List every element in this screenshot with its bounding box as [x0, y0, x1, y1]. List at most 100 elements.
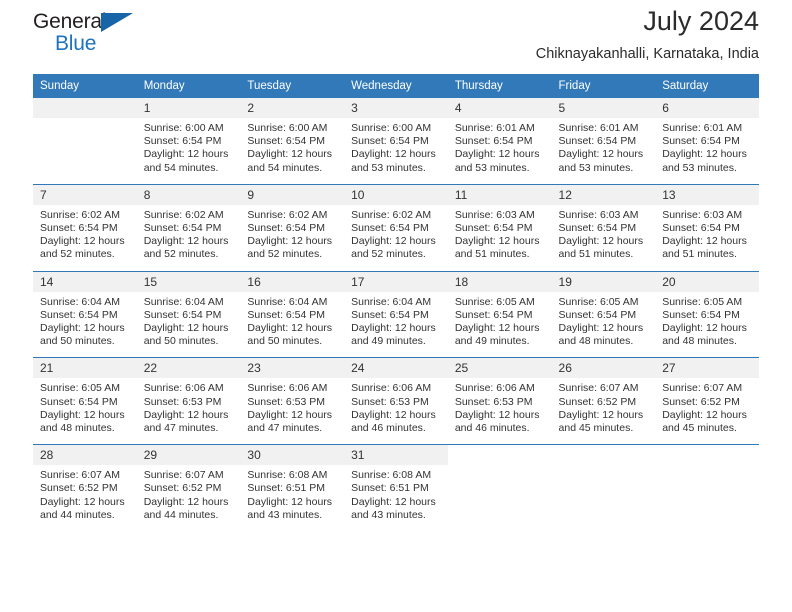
day-cell[interactable]: 8 Sunrise: 6:02 AM Sunset: 6:54 PM Daylight…	[136, 184, 241, 262]
calendar-cell[interactable]: 12 Sunrise: 6:03 AM Sunset: 6:54 PM Dayligh…	[551, 183, 656, 262]
day-cell[interactable]: 20 Sunrise: 6:05 AM Sunset: 6:54 PM Dayligh…	[655, 271, 759, 349]
day-cell[interactable]	[655, 445, 759, 522]
calendar-cell[interactable]: 29 Sunrise: 6:07 AM Sunset: 6:52 PM Dayligh…	[136, 444, 241, 523]
daylight-duration-line2: and 49 minutes.	[351, 335, 426, 348]
day-cell[interactable]: 26 Sunrise: 6:07 AM Sunset: 6:52 PM Dayligh…	[551, 358, 656, 435]
day-cell[interactable]: 23 Sunrise: 6:06 AM Sunset: 6:53 PM Dayligh…	[240, 358, 345, 435]
day-number: 8	[136, 184, 241, 205]
day-cell[interactable]: 12 Sunrise: 6:03 AM Sunset: 6:54 PM Dayligh…	[551, 184, 656, 262]
calendar-cell[interactable]: 5 Sunrise: 6:01 AM Sunset: 6:54 PM Daylight…	[551, 98, 656, 175]
sunrise-time: Sunrise: 6:03 AM	[558, 208, 639, 221]
calendar-cell[interactable]	[447, 444, 552, 523]
daylight-duration-line1: Daylight: 12 hours	[454, 235, 540, 248]
daylight-duration-line1: Daylight: 12 hours	[143, 495, 229, 508]
day-details: Sunrise: 6:07 AM Sunset: 6:52 PM Daylight:…	[137, 465, 241, 522]
day-cell[interactable]: 10 Sunrise: 6:02 AM Sunset: 6:54 PM Dayligh…	[344, 184, 448, 262]
sunrise-time: Sunrise: 6:02 AM	[351, 208, 432, 221]
day-cell[interactable]: 11 Sunrise: 6:03 AM Sunset: 6:54 PM Dayligh…	[447, 184, 552, 262]
day-details: Sunrise: 6:06 AM Sunset: 6:53 PM Daylight:…	[240, 378, 344, 435]
calendar-cell[interactable]: 7 Sunrise: 6:02 AM Sunset: 6:54 PM Daylight…	[33, 183, 137, 262]
day-cell[interactable]: 17 Sunrise: 6:04 AM Sunset: 6:54 PM Dayligh…	[344, 271, 448, 349]
calendar-cell[interactable]: 31 Sunrise: 6:08 AM Sunset: 6:51 PM Dayligh…	[344, 444, 448, 523]
calendar-cell[interactable]: 26 Sunrise: 6:07 AM Sunset: 6:52 PM Dayligh…	[551, 357, 656, 436]
day-cell[interactable]	[552, 445, 656, 522]
day-cell[interactable]	[33, 98, 137, 175]
day-cell[interactable]: 28 Sunrise: 6:07 AM Sunset: 6:52 PM Dayligh…	[33, 445, 137, 522]
day-cell[interactable]: 16 Sunrise: 6:04 AM Sunset: 6:54 PM Dayligh…	[240, 271, 345, 349]
calendar-cell[interactable]: 1 Sunrise: 6:00 AM Sunset: 6:54 PM Daylight…	[136, 98, 241, 175]
daylight-duration-line2: and 51 minutes.	[558, 248, 634, 261]
calendar-cell[interactable]: 21 Sunrise: 6:05 AM Sunset: 6:54 PM Dayligh…	[33, 357, 137, 436]
sunrise-time: Sunrise: 6:06 AM	[454, 382, 535, 395]
sunset-time: Sunset: 6:53 PM	[143, 395, 222, 408]
calendar-cell[interactable]: 20 Sunrise: 6:05 AM Sunset: 6:54 PM Dayligh…	[655, 270, 759, 349]
day-cell[interactable]: 25 Sunrise: 6:06 AM Sunset: 6:53 PM Dayligh…	[447, 358, 552, 435]
calendar-cell[interactable]	[655, 444, 759, 523]
day-cell[interactable]: 19 Sunrise: 6:05 AM Sunset: 6:54 PM Dayligh…	[551, 271, 656, 349]
calendar-cell[interactable]: 18 Sunrise: 6:05 AM Sunset: 6:54 PM Dayligh…	[447, 270, 552, 349]
calendar-cell[interactable]: 23 Sunrise: 6:06 AM Sunset: 6:53 PM Dayligh…	[240, 357, 345, 436]
sunset-time: Sunset: 6:51 PM	[351, 482, 429, 495]
calendar-cell[interactable]: 14 Sunrise: 6:04 AM Sunset: 6:54 PM Dayligh…	[33, 270, 137, 349]
day-cell[interactable]: 7 Sunrise: 6:02 AM Sunset: 6:54 PM Daylight…	[33, 184, 137, 262]
day-cell[interactable]: 24 Sunrise: 6:06 AM Sunset: 6:53 PM Dayligh…	[344, 358, 448, 435]
day-cell[interactable]: 9 Sunrise: 6:02 AM Sunset: 6:54 PM Daylight…	[240, 184, 345, 262]
sunset-time: Sunset: 6:54 PM	[143, 222, 222, 235]
calendar-cell[interactable]: 10 Sunrise: 6:02 AM Sunset: 6:54 PM Dayligh…	[344, 183, 448, 262]
week-spacer-cell	[33, 348, 759, 358]
day-cell[interactable]: 30 Sunrise: 6:08 AM Sunset: 6:51 PM Dayligh…	[240, 445, 345, 522]
calendar-cell[interactable]: 19 Sunrise: 6:05 AM Sunset: 6:54 PM Dayligh…	[551, 270, 656, 349]
day-cell[interactable]: 13 Sunrise: 6:03 AM Sunset: 6:54 PM Dayligh…	[655, 184, 759, 262]
sunset-time: Sunset: 6:52 PM	[662, 395, 740, 408]
calendar-cell[interactable]: 17 Sunrise: 6:04 AM Sunset: 6:54 PM Dayligh…	[344, 270, 448, 349]
calendar-cell[interactable]: 28 Sunrise: 6:07 AM Sunset: 6:52 PM Dayligh…	[33, 444, 137, 523]
calendar-cell[interactable]: 25 Sunrise: 6:06 AM Sunset: 6:53 PM Dayligh…	[447, 357, 552, 436]
daylight-duration-line1: Daylight: 12 hours	[143, 322, 229, 335]
day-number: 3	[344, 98, 448, 118]
calendar-cell[interactable]: 11 Sunrise: 6:03 AM Sunset: 6:54 PM Dayligh…	[447, 183, 552, 262]
day-number: 23	[240, 358, 345, 379]
day-cell[interactable]: 14 Sunrise: 6:04 AM Sunset: 6:54 PM Dayligh…	[33, 271, 137, 349]
daylight-duration-line1: Daylight: 12 hours	[247, 235, 333, 248]
day-cell[interactable]: 29 Sunrise: 6:07 AM Sunset: 6:52 PM Dayligh…	[136, 445, 241, 522]
daylight-duration-line2: and 48 minutes.	[40, 422, 115, 435]
calendar-cell[interactable]: 13 Sunrise: 6:03 AM Sunset: 6:54 PM Dayligh…	[655, 183, 759, 262]
day-cell[interactable]: 22 Sunrise: 6:06 AM Sunset: 6:53 PM Dayligh…	[136, 358, 241, 435]
day-number: 1	[136, 98, 241, 118]
day-cell[interactable]: 1 Sunrise: 6:00 AM Sunset: 6:54 PM Daylight…	[136, 98, 241, 175]
calendar-cell[interactable]: 16 Sunrise: 6:04 AM Sunset: 6:54 PM Dayligh…	[240, 270, 345, 349]
weekday-header-row: Sunday Monday Tuesday Wednesday Thursday…	[33, 74, 759, 98]
calendar-cell[interactable]: 30 Sunrise: 6:08 AM Sunset: 6:51 PM Dayligh…	[240, 444, 345, 523]
calendar-cell[interactable]: 27 Sunrise: 6:07 AM Sunset: 6:52 PM Dayligh…	[655, 357, 759, 436]
calendar-cell[interactable]: 3 Sunrise: 6:00 AM Sunset: 6:54 PM Daylight…	[344, 98, 448, 175]
day-cell[interactable]: 27 Sunrise: 6:07 AM Sunset: 6:52 PM Dayligh…	[655, 358, 759, 435]
sunrise-time: Sunrise: 6:07 AM	[40, 469, 120, 482]
day-number: 4	[447, 98, 552, 118]
sunrise-time: Sunrise: 6:03 AM	[662, 208, 743, 221]
calendar-cell[interactable]: 22 Sunrise: 6:06 AM Sunset: 6:53 PM Dayligh…	[136, 357, 241, 436]
calendar-cell[interactable]	[33, 98, 137, 175]
calendar-cell[interactable]: 2 Sunrise: 6:00 AM Sunset: 6:54 PM Daylight…	[240, 98, 345, 175]
day-cell[interactable]: 15 Sunrise: 6:04 AM Sunset: 6:54 PM Dayligh…	[136, 271, 241, 349]
sunrise-time: Sunrise: 6:06 AM	[247, 382, 328, 395]
day-cell[interactable]	[448, 445, 552, 522]
day-cell[interactable]: 2 Sunrise: 6:00 AM Sunset: 6:54 PM Daylight…	[240, 98, 345, 175]
calendar-cell[interactable]	[551, 444, 656, 523]
day-cell[interactable]: 5 Sunrise: 6:01 AM Sunset: 6:54 PM Daylight…	[551, 98, 656, 175]
calendar-cell[interactable]: 9 Sunrise: 6:02 AM Sunset: 6:54 PM Daylight…	[240, 183, 345, 262]
generalblue-logo[interactable]: General Blue	[33, 10, 143, 58]
day-cell[interactable]: 18 Sunrise: 6:05 AM Sunset: 6:54 PM Dayligh…	[447, 271, 552, 349]
daylight-duration-line2: and 53 minutes.	[558, 161, 634, 174]
day-cell[interactable]: 3 Sunrise: 6:00 AM Sunset: 6:54 PM Daylight…	[344, 98, 448, 175]
calendar-cell[interactable]: 6 Sunrise: 6:01 AM Sunset: 6:54 PM Daylight…	[655, 98, 759, 175]
day-cell[interactable]: 6 Sunrise: 6:01 AM Sunset: 6:54 PM Daylight…	[655, 98, 759, 175]
calendar-cell[interactable]: 15 Sunrise: 6:04 AM Sunset: 6:54 PM Dayligh…	[136, 270, 241, 349]
calendar-cell[interactable]: 24 Sunrise: 6:06 AM Sunset: 6:53 PM Dayligh…	[344, 357, 448, 436]
daylight-duration-line1: Daylight: 12 hours	[40, 235, 125, 248]
daylight-duration-line2: and 45 minutes.	[662, 422, 737, 435]
day-cell[interactable]: 21 Sunrise: 6:05 AM Sunset: 6:54 PM Dayligh…	[33, 358, 137, 435]
day-cell[interactable]: 31 Sunrise: 6:08 AM Sunset: 6:51 PM Dayligh…	[344, 445, 448, 522]
day-cell[interactable]: 4 Sunrise: 6:01 AM Sunset: 6:54 PM Daylight…	[447, 98, 552, 175]
calendar-cell[interactable]: 8 Sunrise: 6:02 AM Sunset: 6:54 PM Daylight…	[136, 183, 241, 262]
calendar-cell[interactable]: 4 Sunrise: 6:01 AM Sunset: 6:54 PM Daylight…	[447, 98, 552, 175]
